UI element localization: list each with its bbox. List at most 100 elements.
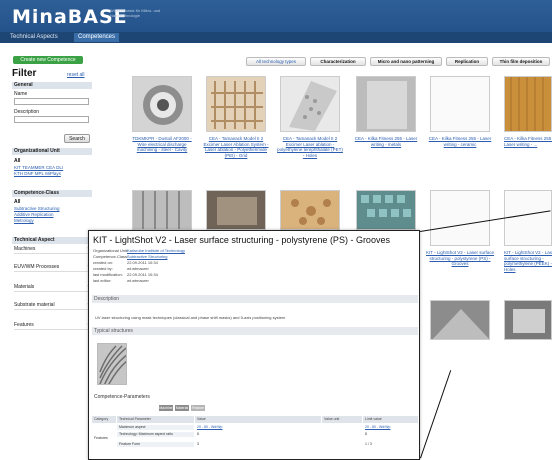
structure-sample-image — [207, 191, 265, 229]
zoom-connector-line — [420, 370, 452, 459]
feature-filter-pill[interactable]: Feature — [191, 405, 205, 411]
wood-sample-image — [505, 77, 551, 131]
org-unit-link-1[interactable]: KIT TEAMMER CEA DLI — [14, 165, 63, 170]
card-thumbnail[interactable] — [206, 190, 266, 230]
card-title-link[interactable]: TDKMKPR - Dustoil AF2000 - Wire electric… — [128, 136, 196, 153]
technical-aspect-section-header[interactable]: Technical Aspect — [12, 237, 92, 244]
org-unit-all[interactable]: All — [14, 158, 20, 164]
table-cell: 8 — [197, 432, 199, 436]
detail-title: KIT - LightShot V2 - Laser surface struc… — [93, 235, 390, 245]
row-label: Materials — [14, 284, 35, 290]
competence-class-all[interactable]: All — [14, 199, 20, 205]
filter-thin-film-deposition[interactable]: Thin film deposition — [492, 57, 550, 66]
create-competence-button[interactable]: Create new Competence — [13, 56, 83, 64]
machine-filter-pill[interactable]: Machine — [159, 405, 173, 411]
app-header: MinaBASE Wissensbasis für Mikro- und Nan… — [0, 0, 552, 32]
card-thumbnail[interactable] — [132, 76, 192, 132]
description-section-header: Description — [92, 295, 418, 303]
org-unit-link-2[interactable]: KTH DNF MPL MiPlays — [14, 171, 61, 176]
table-cell: Feature Form — [117, 442, 194, 447]
filter-all-technology-types[interactable]: All technology types — [246, 57, 306, 66]
card-thumbnail[interactable] — [280, 190, 340, 230]
structure-sample-image — [281, 191, 339, 229]
competence-class-link-subtractive[interactable]: Subtractive Structuring — [14, 206, 60, 211]
competence-class-section-header[interactable]: Competence-Class — [12, 190, 92, 197]
card-title-link[interactable]: CEA - Kilka Fitness 255 - Laser writing … — [504, 136, 552, 147]
card-thumbnail[interactable] — [504, 190, 552, 246]
tech-aspect-row-materials[interactable]: Materials▾ — [14, 284, 92, 292]
tech-aspect-row-substrate[interactable]: Substrate material▾ — [14, 302, 92, 310]
filter-characterization[interactable]: Characterization — [310, 57, 366, 66]
meta-value: 22.09.2011 10:34 — [127, 260, 158, 265]
tab-competences[interactable]: Competences — [74, 33, 120, 42]
meta-value: wt.wtmaurer — [127, 266, 149, 271]
column-header: Value — [195, 416, 321, 423]
machine-photo-image — [133, 77, 191, 131]
column-header: Value unit — [322, 416, 362, 423]
card-thumbnail[interactable] — [504, 76, 552, 132]
reset-all-link[interactable]: reset all — [67, 72, 85, 78]
card-title-link[interactable]: CEA - Tamanack Model II 2 Excimer Laser … — [202, 136, 270, 158]
meta-key: created by: — [93, 266, 113, 271]
description-input[interactable] — [14, 116, 89, 123]
filter-replication[interactable]: Replication — [446, 57, 488, 66]
tech-aspect-row-processes[interactable]: EUV/WM Processes▾ — [14, 264, 92, 272]
card-thumbnail[interactable] — [356, 76, 416, 132]
table-cell: 3 — [197, 442, 199, 446]
name-input[interactable] — [14, 98, 89, 105]
competence-class-link-metrology[interactable]: Metrology — [14, 218, 34, 223]
structure-sample-image — [357, 191, 415, 229]
meta-value: wt.wtmaurer — [127, 278, 149, 283]
search-button[interactable]: Search — [64, 134, 90, 143]
card-thumbnail[interactable] — [206, 76, 266, 132]
typical-structure-image[interactable] — [97, 343, 127, 385]
competence-parameters-header: Competence-Parameters — [92, 393, 418, 401]
tech-aspect-row-features[interactable]: Features▾ — [14, 322, 92, 330]
card-title-link[interactable]: KIT - LightShot V2 - Laser surface struc… — [504, 250, 552, 272]
card-thumbnail[interactable] — [280, 76, 340, 132]
org-unit-section-header[interactable]: Organizational Unit — [12, 148, 92, 155]
material-filter-pill[interactable]: Material — [175, 405, 189, 411]
table-cell[interactable]: 20 - 80 - Wd/Wp — [363, 425, 418, 430]
filter-title: Filter — [12, 68, 37, 79]
meta-key: last modification: — [93, 272, 123, 277]
meta-key: Organizational Unit: — [93, 248, 129, 253]
row-label: Substrate material — [14, 302, 55, 308]
column-header: Technical Parameter — [117, 416, 194, 423]
filter-micro-nano-patterning[interactable]: Micro and nano patterning — [370, 57, 442, 66]
name-label: Name — [14, 91, 28, 97]
structure-sample-image — [133, 191, 191, 229]
meta-org-unit-link[interactable]: Karlsruhe Institute of Technology — [127, 248, 185, 253]
card-thumbnail[interactable] — [430, 76, 490, 132]
card-thumbnail[interactable] — [132, 190, 192, 230]
card-thumbnail[interactable] — [504, 300, 552, 340]
tab-technical-aspects[interactable]: Technical Aspects — [6, 33, 62, 42]
structure-sample-image — [431, 301, 489, 339]
card-title-link[interactable]: CEA - Kilka Fitness 255 - Laser writing … — [352, 136, 420, 147]
general-section-header[interactable]: General — [12, 82, 92, 89]
row-label: EUV/WM Processes — [14, 264, 60, 270]
meta-key: last editor: — [93, 278, 112, 283]
card-title-link[interactable]: CEA - Kilka Fitness 255 - Laser writing … — [426, 136, 494, 147]
column-header: Category — [92, 416, 116, 423]
card-title-link[interactable]: CEA - Tamanack Model II 2 Excimer Laser … — [276, 136, 344, 158]
description-text: UV laser structuring using mask techniqu… — [95, 315, 286, 320]
card-thumbnail[interactable] — [430, 190, 490, 246]
row-label: Machines — [14, 246, 36, 252]
card-title-link[interactable]: KIT - LightShot V2 - Laser surface struc… — [426, 250, 494, 267]
table-cell-category: Features — [94, 436, 108, 440]
table-cell[interactable]: 20 - 80 - Wd/Wp — [195, 425, 321, 430]
tech-aspect-row-machines[interactable]: Machines▾ — [14, 246, 92, 254]
meta-key: created on: — [93, 260, 114, 265]
table-cell: 8 — [365, 432, 367, 436]
card-thumbnail[interactable] — [430, 300, 490, 340]
grid-sample-image — [207, 77, 265, 131]
row-label: Features — [14, 322, 34, 328]
competence-detail-panel: KIT - LightShot V2 - Laser surface struc… — [88, 230, 420, 460]
typical-structures-header: Typical structures — [92, 327, 418, 335]
meta-competence-class-link[interactable]: Subtractive Structuring — [127, 254, 167, 259]
description-label: Description — [14, 109, 40, 115]
meta-value: 22.09.2011 10:34 — [127, 272, 158, 277]
card-thumbnail[interactable] — [356, 190, 416, 230]
competence-class-link-additive[interactable]: Additive Replication — [14, 212, 54, 217]
